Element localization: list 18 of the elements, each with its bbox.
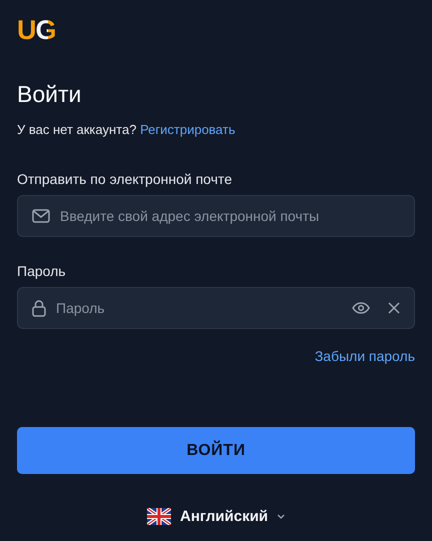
mail-icon — [32, 209, 50, 223]
login-button[interactable]: ВОЙТИ — [17, 427, 415, 474]
email-field[interactable]: Введите свой адрес электронной почты — [17, 195, 415, 237]
field-label: Отправить по электронной почте — [17, 171, 233, 187]
password-field[interactable]: Пароль — [17, 287, 415, 329]
signup-prompt: У вас нет аккаунта? Регистрировать — [17, 122, 236, 137]
forgot-password-link[interactable]: Забыли пароль — [314, 348, 415, 364]
email-field[interactable]: Введите свой адрес электронной почты — [60, 208, 400, 224]
chevron-down-icon — [277, 514, 286, 519]
field-label: Пароль — [17, 263, 67, 279]
language-selector[interactable]: Английский — [146, 508, 286, 525]
eye-icon[interactable] — [352, 302, 370, 314]
lock-icon — [32, 300, 46, 316]
close-icon[interactable] — [388, 302, 400, 314]
password-field[interactable]: Пароль — [56, 300, 342, 316]
register-link[interactable]: Регистрировать — [140, 122, 236, 137]
flag-icon — [146, 508, 171, 525]
page-title: Войти — [17, 80, 82, 108]
